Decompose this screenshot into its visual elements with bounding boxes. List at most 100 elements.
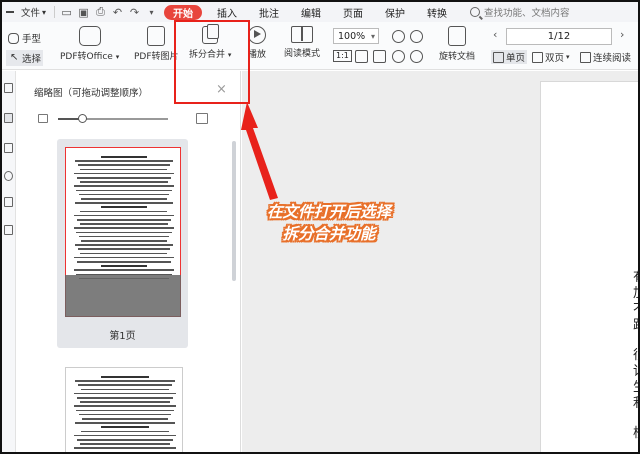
hand-icon [8,32,19,44]
ribbon-toolbar: 手型 ↖ 选择 PDF转Office ▾ PDF转图片 拆分合并 ▾ 播放 阅读… [2,22,638,70]
thumbnail-text-line [77,397,173,399]
save-icon[interactable]: ▣ [75,2,92,22]
play-button[interactable]: 播放 [248,26,266,60]
signature-icon[interactable] [4,197,13,207]
annotation-highlight-box [174,20,250,104]
thumbnail-page-1[interactable]: 第1页 [57,139,188,348]
thumbnail-text-line [74,434,176,437]
tab-page[interactable]: 页面 [332,2,374,22]
tab-protect[interactable]: 保护 [374,2,416,22]
play-icon [248,26,266,44]
thumbnail-text-line [80,252,168,255]
page-overlay [65,275,181,317]
actual-size-button[interactable]: 1:1 [333,50,352,62]
file-menu[interactable]: 文件 ▾ [16,2,51,22]
pdf-to-office-button[interactable]: PDF转Office ▾ [60,26,119,62]
continuous-read-button[interactable]: 连续阅读 [580,50,631,64]
slider-track[interactable] [58,114,168,123]
zoom-out-icon[interactable] [392,30,405,43]
chevron-down-icon: ▾ [115,53,120,61]
single-page-icon [493,51,504,63]
cursor-icon: ↖ [10,51,19,63]
more-chevron-icon[interactable]: ▾ [143,2,160,22]
thumbnail-text-line [81,198,167,200]
page-number-input[interactable]: 1/12 [506,28,612,45]
double-page-icon [532,51,543,63]
zoom-in-icon[interactable] [410,30,423,43]
search-box[interactable]: 查找功能、文档内容 [470,5,570,19]
rotate-document-icon [448,26,466,46]
layers-icon[interactable] [4,225,13,235]
thumbnail-text-line [74,256,174,259]
rotate-right-icon[interactable] [410,50,423,63]
thumbnail-text-line [81,418,169,420]
scrollbar[interactable] [232,141,236,281]
open-folder-icon[interactable]: ▭ [58,2,75,22]
large-image-icon [196,113,208,124]
fit-width-icon[interactable] [373,50,386,63]
single-page-button[interactable]: 单页 [491,50,528,64]
file-menu-label: 文件 [21,8,41,19]
rotate-left-icon[interactable] [392,50,405,63]
rotate-document-label: 旋转文档 [439,52,476,62]
pdf-to-image-icon [147,26,166,46]
thumbnail-text-line [79,443,171,445]
document-page: 有 加 不 距 很 讨 生 利 核 [540,81,638,452]
thumbnail-text-line [80,388,170,391]
thumbnail-text-line [76,409,174,412]
search-placeholder: 查找功能、文档内容 [484,8,570,19]
previous-page-icon[interactable]: ‹ [493,28,497,41]
undo-icon[interactable]: ↶ [109,2,126,22]
hand-tool-button[interactable]: 手型 [8,31,41,45]
thumbnail-text-line [73,405,177,407]
print-icon[interactable]: ⎙ [92,2,109,22]
small-image-icon [38,114,48,123]
tab-insert[interactable]: 插入 [206,2,248,22]
thumbnail-text-line [100,156,148,158]
left-icon-strip [2,71,16,452]
fit-page-icon[interactable] [355,50,368,63]
select-tool-button[interactable]: ↖ 选择 [6,50,44,66]
thumbnail-page-2[interactable] [65,367,183,452]
attachment-icon[interactable] [4,171,13,181]
hamburger-menu-icon[interactable] [2,2,16,22]
thumbnail-text-line [77,219,171,221]
search-icon [470,7,481,17]
continuous-read-icon [580,51,591,63]
slider-handle[interactable] [78,114,88,123]
chevron-down-icon: ▾ [566,53,570,61]
tab-annotate[interactable]: 批注 [248,2,290,22]
read-mode-button[interactable]: 阅读模式 [284,26,320,59]
thumbnail-text-line [75,380,175,382]
comment-icon[interactable] [4,143,13,153]
tab-convert[interactable]: 转换 [416,2,458,22]
thumbnail-text-line [75,244,173,246]
tab-start[interactable]: 开始 [164,4,203,20]
bookmark-icon[interactable] [4,83,13,93]
thumbnail-size-slider[interactable] [38,111,218,127]
thumbnail-text-line [79,401,171,403]
next-page-icon[interactable]: › [620,28,624,41]
callout-line-1: 在文件打开后选择 [266,203,391,221]
doc-text: 核 [633,422,638,441]
play-label: 播放 [248,50,267,60]
rotate-document-button[interactable]: 旋转文档 [439,26,475,62]
double-page-button[interactable]: 双页 ▾ [532,50,570,64]
thumbnail-text-line [100,265,148,267]
thumbnail-text-line [79,181,169,183]
zoom-select[interactable]: 100% [333,28,379,44]
pdf-to-image-label: PDF转图片 [134,52,179,62]
tab-edit[interactable]: 编辑 [290,2,332,22]
thumbnail-text-line [101,376,149,378]
thumbnail-text-line [74,172,174,175]
pdf-to-image-button[interactable]: PDF转图片 [134,26,179,62]
thumbnail-text-line [76,451,174,452]
thumbnail-text-line [100,206,148,208]
thumbnail-icon[interactable] [4,113,13,123]
redo-icon[interactable]: ↷ [126,2,143,22]
thumbnail-text-line [80,430,170,433]
single-page-label: 单页 [506,53,526,64]
doc-text: 距 [633,314,638,333]
thumbnail-text-line [74,214,174,217]
hand-tool-label: 手型 [22,34,42,45]
